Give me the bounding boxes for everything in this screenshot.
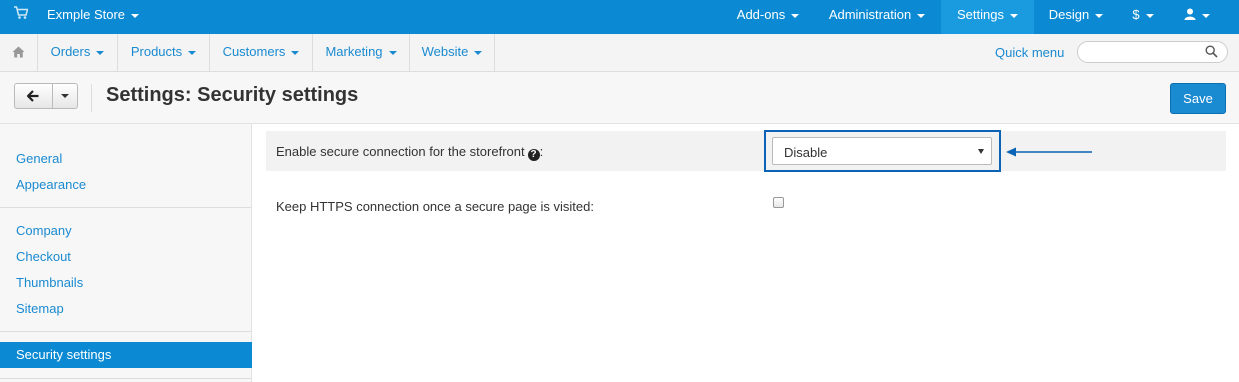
topnav-administration[interactable]: Administration [815,0,939,34]
annotation-arrow [1006,147,1092,157]
topnav-addons-label: Add-ons [736,7,786,22]
quick-menu-link[interactable]: Quick menu [995,34,1064,71]
chevron-down-icon [96,50,105,55]
search-box [1077,41,1228,63]
topnav-design[interactable]: Design [1036,0,1116,34]
back-button[interactable] [15,84,53,108]
secure-connection-selected-value: Disable [784,145,828,160]
keep-https-checkbox[interactable] [773,197,784,208]
chevron-down-icon [388,50,397,55]
back-arrow-icon [27,90,39,102]
chevron-down-icon [917,13,926,18]
topnav-settings[interactable]: Settings [941,0,1034,34]
setting-label-secure-connection: Enable secure connection for the storefr… [276,144,543,161]
nav-marketing[interactable]: Marketing [313,34,410,71]
sidebar-divider [0,207,251,208]
nav-marketing-label: Marketing [325,44,383,59]
page-title: Settings: Security settings [106,84,359,106]
sidebar-item-security-settings[interactable]: Security settings [0,342,252,368]
search-input[interactable] [1088,42,1208,62]
home-button[interactable] [0,34,38,71]
nav-customers-label: Customers [222,44,286,59]
chevron-down-icon [1202,13,1210,18]
cart-icon[interactable] [14,6,28,20]
sidebar-item-sitemap[interactable]: Sitemap [16,301,64,316]
topnav-settings-label: Settings [957,7,1004,22]
back-button-group [14,83,78,109]
secure-connection-select[interactable]: Disable [772,137,992,165]
nav-website-label: Website [421,44,469,59]
chevron-down-icon [188,50,197,55]
sidebar-divider [0,378,251,379]
main-nav: Orders Products Customers Marketing Webs… [0,34,1239,72]
history-dropdown-button[interactable] [53,84,77,108]
sidebar-item-company[interactable]: Company [16,223,72,238]
dropdown-arrow-icon [978,149,984,154]
nav-products[interactable]: Products [118,34,210,71]
save-button[interactable]: Save [1170,83,1226,114]
nav-orders[interactable]: Orders [38,34,118,71]
sidebar-item-appearance[interactable]: Appearance [16,177,86,192]
store-name: Exmple Store [47,7,126,22]
user-icon [1184,8,1196,20]
chevron-down-icon [1145,13,1154,18]
topnav-addons[interactable]: Add-ons [725,0,811,34]
nav-website[interactable]: Website [410,34,495,71]
nav-products-label: Products [130,44,183,59]
topnav-design-label: Design [1048,7,1090,22]
topnav-user-menu[interactable] [1172,0,1222,34]
page-header: Settings: Security settings Save [0,72,1239,124]
home-icon [12,46,25,58]
search-icon[interactable] [1205,45,1218,58]
sidebar-item-general[interactable]: General [16,151,62,166]
chevron-down-icon [291,50,300,55]
sidebar-item-thumbnails[interactable]: Thumbnails [16,275,83,290]
sidebar-item-checkout[interactable]: Checkout [16,249,71,264]
question-circle-icon[interactable]: ? [527,149,540,161]
chevron-down-icon [1095,13,1104,18]
settings-sidebar: General Appearance Company Checkout Thum… [0,124,252,382]
top-bar: Exmple Store Add-ons Administration Sett… [0,0,1239,34]
setting-label-keep-https: Keep HTTPS connection once a secure page… [276,199,594,214]
store-switcher[interactable]: Exmple Store [47,0,140,34]
topnav-currency-label: $ [1132,7,1140,22]
secure-connection-label-text: Enable secure connection for the storefr… [276,144,525,159]
chevron-down-icon [474,50,483,55]
topnav-administration-label: Administration [828,7,912,22]
nav-orders-label: Orders [50,44,91,59]
label-colon: : [539,144,544,159]
chevron-down-icon [61,94,69,98]
chevron-down-icon [791,13,800,18]
sidebar-divider [0,331,251,332]
chevron-down-icon [131,13,140,18]
nav-customers[interactable]: Customers [210,34,313,71]
topnav-currency[interactable]: $ [1120,0,1166,34]
chevron-down-icon [1009,13,1018,18]
header-divider [91,84,92,112]
